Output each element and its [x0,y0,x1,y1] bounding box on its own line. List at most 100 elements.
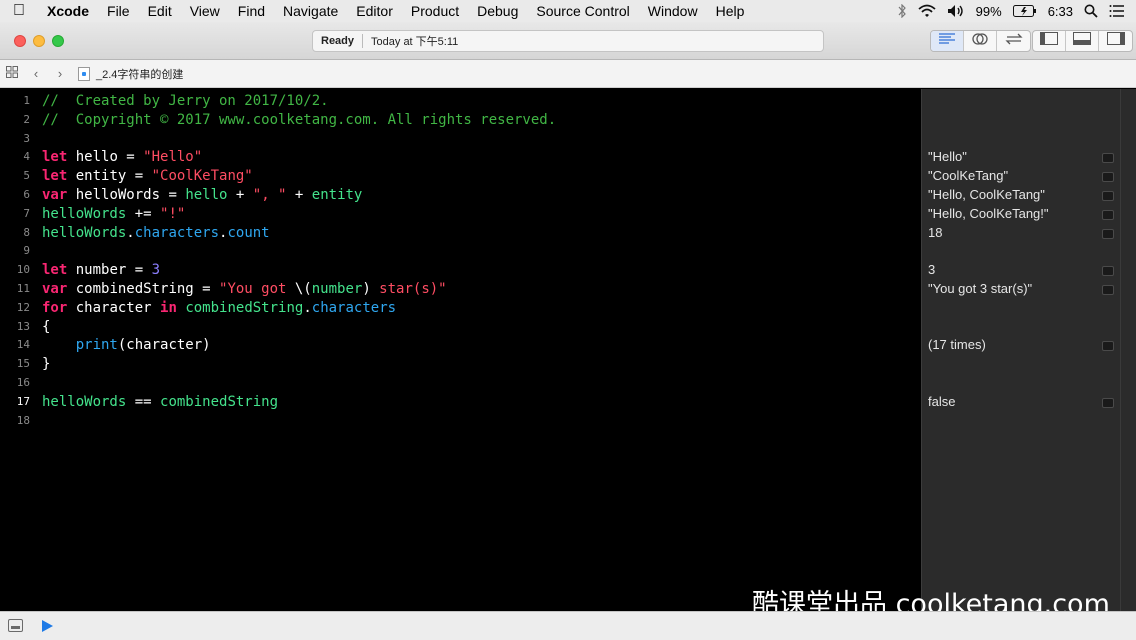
code-token: var [42,187,68,203]
toggle-debug-area-button[interactable] [1066,31,1099,51]
window-zoom-button[interactable] [52,35,64,47]
menu-edit[interactable]: Edit [139,3,181,19]
code-line[interactable]: helloWords.characters.count [42,224,270,243]
line-number: 18 [16,413,30,427]
standard-editor-button[interactable] [931,31,964,51]
code-token: // Created by Jerry on 2017/10/2. [42,93,329,109]
quick-look-toggle[interactable] [1102,397,1114,408]
code-token: 3 [151,262,161,279]
code-token: helloWords [42,393,127,410]
show-debug-area-icon[interactable] [8,619,23,632]
standard-editor-icon [938,32,956,50]
line-number: 8 [23,225,30,239]
assistant-editor-button[interactable] [964,31,997,51]
menu-help[interactable]: Help [707,3,754,19]
code-line[interactable]: // Copyright © 2017 www.coolketang.com. … [42,111,556,130]
version-editor-button[interactable] [997,31,1030,51]
menu-bar:  Xcode File Edit View Find Navigate Edi… [0,0,1136,22]
code-line[interactable]: // Created by Jerry on 2017/10/2. [42,92,329,111]
result-value: "Hello" [928,149,967,165]
code-token: number = [67,262,152,279]
source-editor[interactable]: 1 2 3 4 5 6 7 8 9 10 11 12 13 14 15 16 17 18 // Created b… [0,89,921,611]
bluetooth-icon[interactable] [897,4,907,18]
code-token: ) [362,281,371,297]
code-line[interactable]: for character in combinedString.characte… [42,299,396,318]
code-token: helloWords = [67,187,186,203]
toggle-utilities-button[interactable] [1099,31,1132,51]
code-token: // Copyright © 2017 www.coolketang.com. … [42,111,557,128]
line-number: 15 [16,357,30,371]
spotlight-search-icon[interactable] [1084,4,1098,18]
code-line[interactable]: { [42,318,50,337]
playground-file-icon [78,66,90,81]
notification-center-icon[interactable] [1109,5,1125,17]
editor-mode-group [930,30,1031,52]
code-token: . [126,224,135,241]
volume-icon[interactable] [947,4,965,18]
line-number: 5 [23,169,30,183]
code-line[interactable]: helloWords == combinedString [42,393,278,412]
code-line[interactable]: } [42,355,50,374]
menu-window[interactable]: Window [639,3,707,19]
wifi-icon[interactable] [918,4,936,18]
quick-look-toggle[interactable] [1102,341,1114,352]
menu-app-name[interactable]: Xcode [38,3,98,19]
code-token: "You got [219,281,295,297]
menu-product[interactable]: Product [402,3,468,19]
quick-look-toggle[interactable] [1102,266,1114,277]
menu-editor[interactable]: Editor [347,3,402,19]
execute-playground-icon[interactable] [42,620,53,632]
line-number: 11 [16,282,30,295]
code-token: hello = [67,149,144,166]
quick-look-toggle[interactable] [1102,209,1114,220]
code-token: combinedString [160,393,279,410]
code-token: var [42,281,68,297]
code-line[interactable]: var helloWords = hello + ", " + entity [42,186,362,205]
menu-debug[interactable]: Debug [468,3,527,19]
menu-source-control[interactable]: Source Control [527,3,638,19]
menu-navigate[interactable]: Navigate [274,3,347,19]
code-line[interactable]: var combinedString = "You got \(number) … [42,280,447,299]
code-line[interactable]: print(character) [42,336,211,355]
jump-bar-file-name[interactable]: _2.4字符串的创建 [96,66,183,82]
apple-menu-icon[interactable]:  [0,2,38,20]
related-items-icon[interactable] [0,66,24,81]
battery-percent: 99% [975,3,1002,19]
code-token: helloWords [42,224,127,241]
line-number: 1 [23,94,30,107]
menu-file[interactable]: File [98,3,139,19]
left-panel-icon [1040,32,1058,50]
line-number: 3 [23,131,30,145]
line-number: 14 [16,338,30,352]
menu-view[interactable]: View [181,3,229,19]
menu-find[interactable]: Find [229,3,274,19]
code-token: combinedString [185,299,304,316]
window-close-button[interactable] [14,35,26,47]
toggle-navigator-button[interactable] [1033,31,1066,51]
code-line[interactable]: helloWords += "!" [42,205,185,224]
quick-look-toggle[interactable] [1102,191,1114,201]
quick-look-toggle[interactable] [1102,285,1114,295]
code-line[interactable]: let number = 3 [42,261,160,280]
debug-bar [0,611,1136,640]
quick-look-toggle[interactable] [1102,153,1114,164]
quick-look-toggle[interactable] [1102,172,1114,183]
code-token: } [42,356,51,373]
right-panel-icon [1106,32,1125,50]
window-minimize-button[interactable] [33,35,45,47]
battery-icon[interactable] [1012,5,1037,17]
code-line[interactable]: let entity = "CoolKeTang" [42,167,253,186]
code-token: let [42,168,68,185]
activity-separator [362,34,364,48]
code-token: \( [294,281,312,297]
code-token: for [42,299,68,316]
quick-look-toggle[interactable] [1102,228,1114,239]
code-line[interactable]: let hello = "Hello" [42,148,202,167]
code-token: number [311,281,363,297]
forward-arrow-icon[interactable]: › [48,66,72,81]
back-arrow-icon[interactable]: ‹ [24,66,48,81]
clock[interactable]: 6:33 [1048,4,1073,19]
version-editor-icon [1004,32,1023,50]
assistant-editor-icon [971,32,989,51]
code-token: "!" [160,205,186,222]
